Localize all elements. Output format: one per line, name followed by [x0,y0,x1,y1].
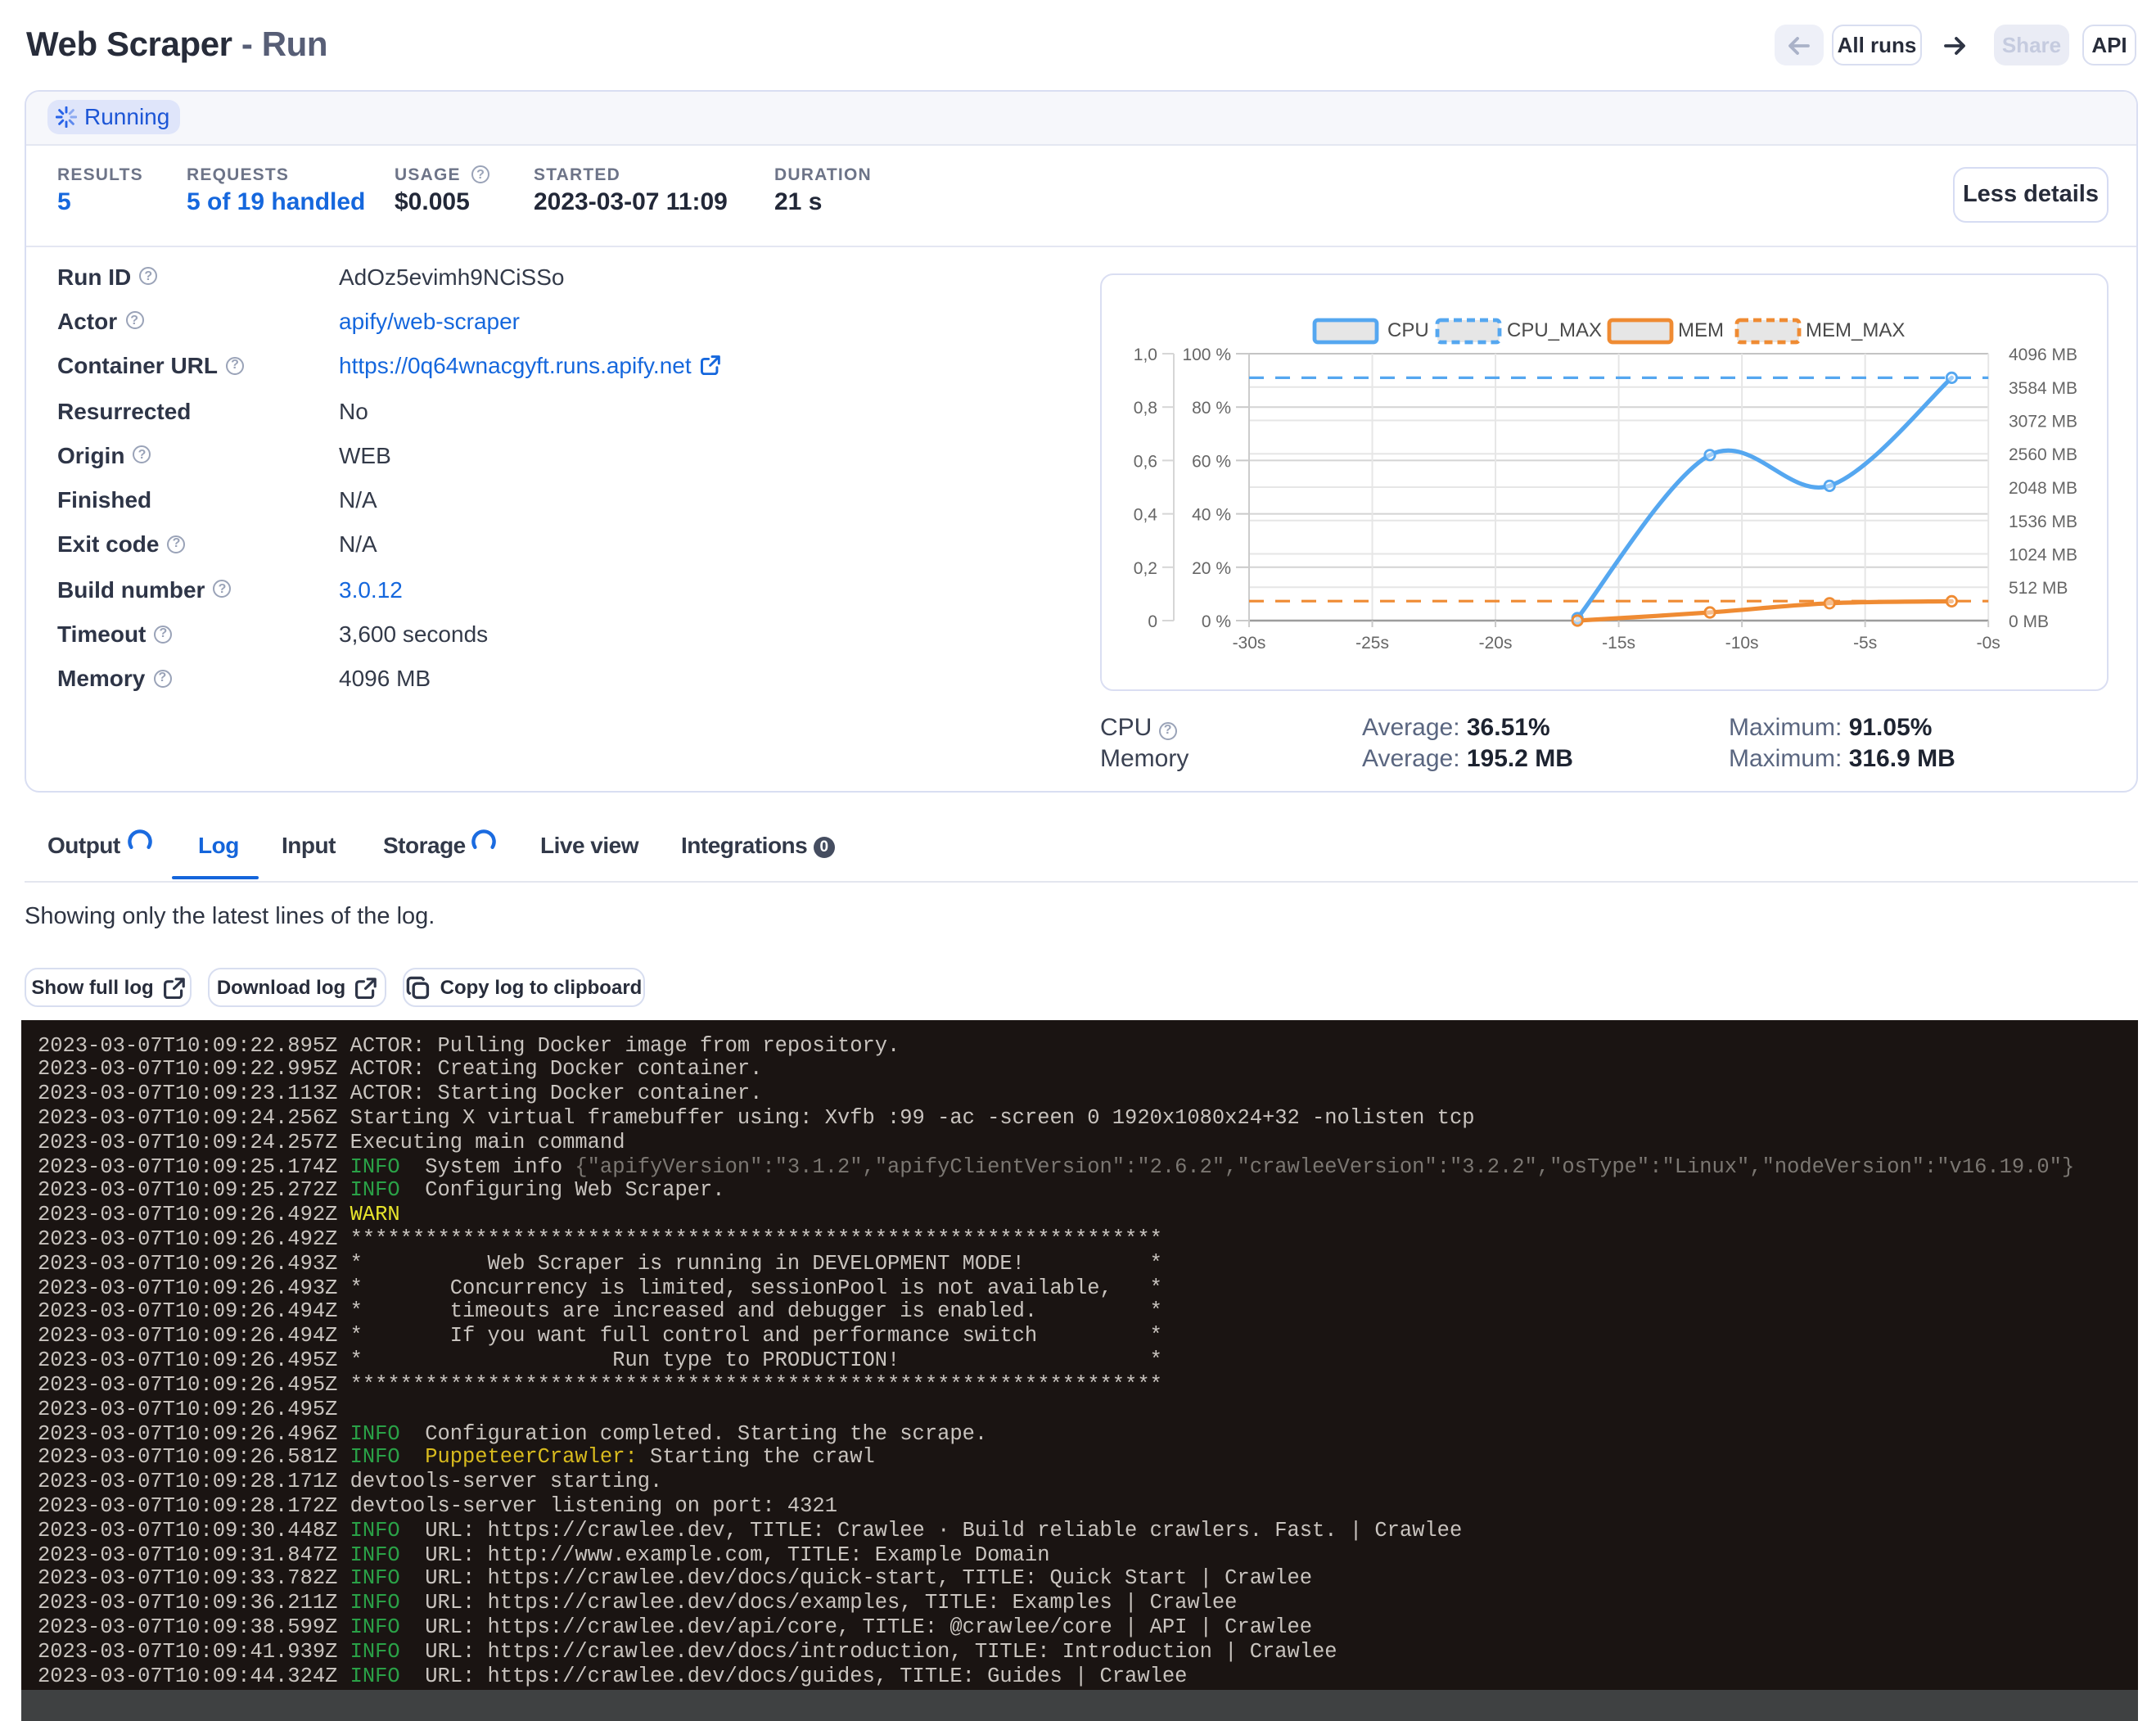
svg-text:0: 0 [1148,612,1157,631]
svg-text:100 %: 100 % [1182,346,1231,364]
svg-text:0 MB: 0 MB [2009,612,2049,631]
svg-text:1024 MB: 1024 MB [2009,546,2077,565]
svg-text:1,0: 1,0 [1134,346,1157,364]
svg-text:2560 MB: 2560 MB [2009,445,2077,464]
svg-text:2048 MB: 2048 MB [2009,479,2077,498]
svg-text:-25s: -25s [1355,634,1389,653]
svg-text:3584 MB: 3584 MB [2009,379,2077,398]
svg-text:-30s: -30s [1233,634,1266,653]
svg-text:80 %: 80 % [1192,399,1231,418]
svg-text:0,6: 0,6 [1134,452,1157,471]
svg-text:0,8: 0,8 [1134,399,1157,418]
svg-text:-5s: -5s [1853,634,1877,653]
svg-text:MEM_MAX: MEM_MAX [1806,319,1905,341]
svg-text:1536 MB: 1536 MB [2009,513,2077,531]
svg-text:512 MB: 512 MB [2009,579,2068,598]
svg-text:-10s: -10s [1725,634,1759,653]
svg-text:60 %: 60 % [1192,452,1231,471]
svg-text:MEM: MEM [1678,319,1724,341]
svg-text:-20s: -20s [1479,634,1513,653]
svg-text:4096 MB: 4096 MB [2009,346,2077,364]
svg-text:0,2: 0,2 [1134,559,1157,578]
svg-text:3072 MB: 3072 MB [2009,413,2077,431]
svg-text:0 %: 0 % [1202,612,1231,631]
svg-text:-0s: -0s [1977,634,2000,653]
svg-text:CPU_MAX: CPU_MAX [1507,319,1602,341]
svg-text:CPU: CPU [1387,319,1429,341]
svg-text:40 %: 40 % [1192,506,1231,525]
svg-text:20 %: 20 % [1192,559,1231,578]
svg-text:0,4: 0,4 [1134,506,1158,525]
svg-text:-15s: -15s [1602,634,1635,653]
